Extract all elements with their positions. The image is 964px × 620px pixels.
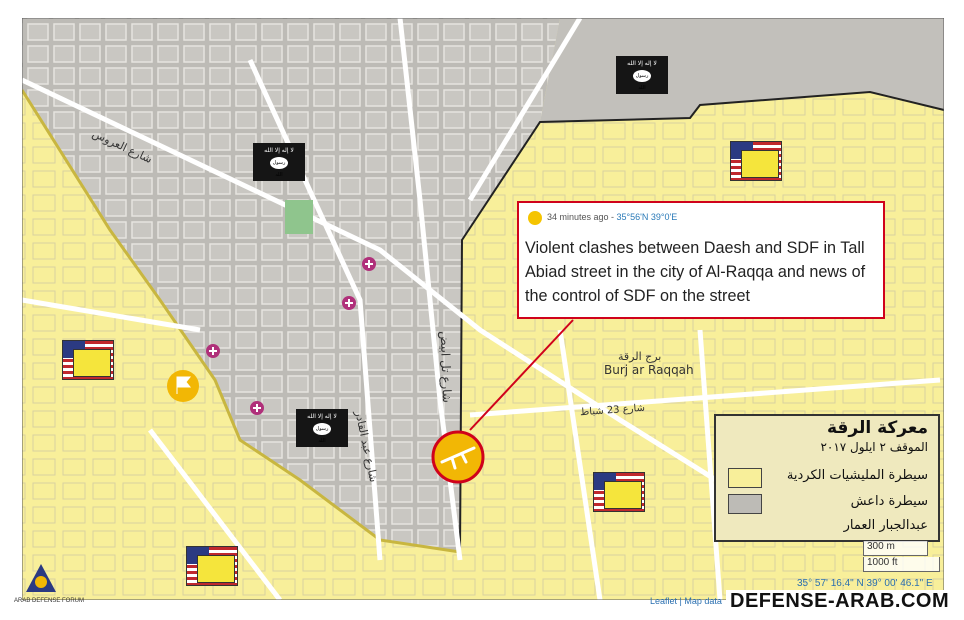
event-popup[interactable]: 34 minutes ago - 35°56'N 39°0'E Violent …	[517, 201, 885, 319]
cursor-coordinates: 35° 57' 16.4" N 39° 00' 46.1" E	[797, 578, 933, 589]
popup-coords[interactable]: 35°56'N 39°0'E	[617, 212, 678, 222]
popup-text: Violent clashes between Daesh and SDF in…	[525, 239, 866, 305]
isis-flag-icon[interactable]: لا إله إلا الله رسول الله	[253, 143, 305, 181]
label-burj-ar: برج الرقة	[618, 350, 662, 363]
scale-metric: 300 m	[863, 541, 928, 556]
us-sdf-flag-icon[interactable]	[62, 340, 114, 380]
map-legend: معركة الرقة الموقف ٢ ايلول ٢٠١٧ سيطرة ال…	[714, 414, 940, 542]
legend-isis-label: سيطرة داعش	[850, 494, 928, 509]
popup-time: 34 minutes ago	[547, 212, 609, 222]
isis-flag-icon[interactable]: لا إله إلا الله رسول الله	[616, 56, 668, 94]
watermark: DEFENSE-ARAB.COM	[726, 590, 954, 613]
label-burj-en: Burj ar Raqqah	[604, 363, 694, 377]
map-view[interactable]: لا إله إلا الله رسول الله لا إله إلا الل…	[0, 0, 964, 620]
legend-author: عبدالجبار العمار	[843, 518, 928, 533]
hospital-icon[interactable]	[206, 344, 220, 358]
legend-isis-swatch	[728, 494, 762, 514]
us-sdf-flag-icon[interactable]	[593, 472, 645, 512]
hospital-icon[interactable]	[362, 257, 376, 271]
forum-label: ARAB DEFENSE FORUM	[14, 598, 85, 604]
hospital-icon[interactable]	[342, 296, 356, 310]
hospital-icon[interactable]	[250, 401, 264, 415]
us-sdf-flag-icon[interactable]	[730, 141, 782, 181]
legend-sdf-label: سيطرة المليشيات الكردية	[786, 468, 928, 483]
forum-logo-icon	[24, 562, 58, 596]
popup-meta: 34 minutes ago - 35°56'N 39°0'E	[547, 212, 678, 222]
map-attribution[interactable]: Leaflet | Map data	[650, 596, 722, 606]
scale-imperial: 1000 ft	[863, 557, 940, 572]
us-sdf-flag-icon[interactable]	[186, 546, 238, 586]
legend-sdf-swatch	[728, 468, 762, 488]
flag-marker-icon[interactable]	[167, 370, 199, 402]
label-tall-abiad: شارع تل ابيض	[437, 330, 455, 404]
park	[285, 200, 313, 234]
legend-title: معركة الرقة	[826, 418, 928, 438]
legend-date: الموقف ٢ ايلول ٢٠١٧	[820, 440, 928, 454]
isis-flag-icon[interactable]: لا إله إلا الله رسول الله	[296, 409, 348, 447]
rifle-icon	[528, 211, 542, 225]
